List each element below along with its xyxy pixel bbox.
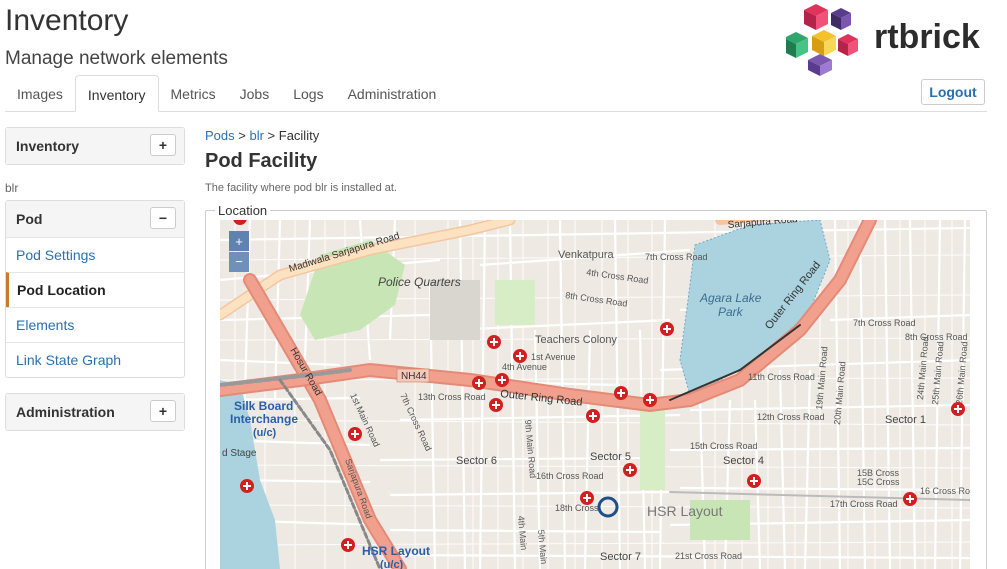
- label-16-cross: 16 Cross Road: [920, 486, 970, 496]
- breadcrumb-separator: >: [263, 128, 279, 143]
- inventory-panel: Inventory +: [5, 127, 185, 165]
- logo-cubes-icon: [784, 4, 858, 76]
- zoom-out-icon: −: [235, 254, 243, 269]
- tab-metrics[interactable]: Metrics: [159, 75, 228, 111]
- label-7th-cross-top: 7th Cross Road: [645, 252, 708, 262]
- logout-button[interactable]: Logout: [921, 79, 985, 105]
- tab-jobs[interactable]: Jobs: [228, 75, 282, 111]
- tab-images[interactable]: Images: [5, 75, 75, 111]
- administration-panel-header: Administration +: [6, 394, 184, 430]
- map-marker[interactable]: [903, 492, 917, 506]
- breadcrumb-current: Facility: [278, 128, 320, 143]
- label-teachers-colony: Teachers Colony: [535, 334, 617, 346]
- tab-logs[interactable]: Logs: [281, 75, 335, 111]
- map-marker[interactable]: [513, 349, 527, 363]
- tab-inventory[interactable]: Inventory: [74, 75, 159, 112]
- app-title: Inventory: [5, 4, 129, 37]
- location-legend: Location: [215, 203, 271, 218]
- map-marker[interactable]: [586, 409, 600, 423]
- breadcrumb-separator: >: [234, 128, 250, 143]
- label-15th-cross: 15th Cross Road: [690, 441, 758, 451]
- map-marker[interactable]: [660, 322, 674, 336]
- label-sector-6: Sector 6: [456, 455, 497, 467]
- label-18th-cross: 18th Cross: [555, 503, 599, 513]
- page-description: The facility where pod blr is installed …: [205, 182, 397, 194]
- map-marker[interactable]: [341, 538, 355, 552]
- map-marker[interactable]: [495, 373, 509, 387]
- location-map[interactable]: + − Police Quarters Agara Lake Park Venk…: [220, 220, 970, 569]
- administration-panel: Administration +: [5, 393, 185, 431]
- sidebar-item-elements[interactable]: Elements: [6, 307, 184, 342]
- label-16th-cross: 16th Cross Road: [536, 471, 604, 481]
- logo-text: rtbrick: [874, 18, 980, 56]
- administration-expand-button[interactable]: +: [150, 400, 176, 422]
- label-uc-1: (u/c): [253, 427, 277, 439]
- pod-panel: Pod − Pod Settings Pod Location Elements…: [5, 200, 185, 378]
- label-sector-5: Sector 5: [590, 451, 631, 463]
- page-title: Pod Facility: [205, 150, 318, 172]
- map-marker[interactable]: [623, 463, 637, 477]
- map-marker[interactable]: [643, 393, 657, 407]
- label-hsr-layout-station: HSR Layout: [362, 544, 430, 558]
- label-11th-cross: 11th Cross Road: [748, 372, 815, 382]
- label-13th-cross: 13th Cross Road: [418, 392, 486, 402]
- label-sector-4: Sector 4: [723, 455, 764, 467]
- breadcrumb-pod-link[interactable]: blr: [249, 128, 263, 143]
- label-15c-cross: 15C Cross: [857, 477, 900, 487]
- map-marker[interactable]: [487, 335, 501, 349]
- rtbrick-logo: rtbrick: [784, 2, 986, 76]
- page: Inventory Manage network elements rtbric…: [0, 0, 1007, 569]
- sidebar-item-pod-settings[interactable]: Pod Settings: [6, 237, 184, 272]
- label-agara-lake: Agara Lake: [699, 291, 762, 305]
- pod-panel-header: Pod −: [6, 201, 184, 237]
- breadcrumb-pods-link[interactable]: Pods: [205, 128, 235, 143]
- label-silk-board: Silk Board: [234, 399, 293, 413]
- label-hsr-layout: HSR Layout: [647, 503, 723, 519]
- label-venkatpura: Venkatpura: [558, 249, 615, 261]
- pod-collapse-button[interactable]: −: [150, 207, 176, 229]
- map-marker[interactable]: [489, 398, 503, 412]
- label-7th-cross-right: 7th Cross Road: [853, 318, 916, 328]
- map-marker[interactable]: [472, 376, 486, 390]
- label-sector-7: Sector 7: [600, 551, 641, 563]
- map-marker[interactable]: [240, 479, 254, 493]
- label-21st-cross: 21st Cross Road: [675, 551, 742, 561]
- label-nh44: NH44: [401, 371, 427, 382]
- inventory-expand-button[interactable]: +: [150, 134, 176, 156]
- label-uc-2: (u/c): [380, 559, 404, 569]
- main-nav-tabs: Images Inventory Metrics Jobs Logs Admin…: [5, 75, 987, 112]
- app-subtitle: Manage network elements: [5, 48, 228, 69]
- zoom-in-icon: +: [235, 234, 243, 249]
- label-interchange: Interchange: [230, 412, 298, 426]
- label-sector-1: Sector 1: [885, 414, 926, 426]
- inventory-panel-title: Inventory: [16, 138, 80, 154]
- label-park: Park: [718, 305, 744, 319]
- map-marker[interactable]: [580, 491, 594, 505]
- map-marker[interactable]: [951, 402, 965, 416]
- label-8th-cross-right: 8th Cross Road: [905, 332, 968, 342]
- current-pod-label: blr: [5, 181, 19, 195]
- breadcrumb: Pods > blr > Facility: [205, 128, 319, 143]
- label-17th-cross: 17th Cross Road: [830, 499, 898, 509]
- inventory-panel-header: Inventory +: [6, 128, 184, 164]
- label-1st-avenue: 1st Avenue: [531, 352, 575, 362]
- pod-panel-title: Pod: [16, 211, 43, 227]
- label-police-quarters: Police Quarters: [378, 275, 461, 289]
- label-12th-cross: 12th Cross Road: [757, 412, 825, 422]
- label-4th-avenue: 4th Avenue: [502, 362, 547, 372]
- map-marker[interactable]: [614, 386, 628, 400]
- map-marker[interactable]: [348, 427, 362, 441]
- sidebar-item-link-state-graph[interactable]: Link State Graph: [6, 342, 184, 377]
- label-stage: d Stage: [222, 448, 257, 459]
- map-canvas[interactable]: + − Police Quarters Agara Lake Park Venk…: [220, 220, 970, 569]
- map-marker[interactable]: [747, 474, 761, 488]
- sidebar-item-pod-location[interactable]: Pod Location: [6, 272, 184, 307]
- tab-administration[interactable]: Administration: [336, 75, 449, 111]
- administration-panel-title: Administration: [16, 404, 115, 420]
